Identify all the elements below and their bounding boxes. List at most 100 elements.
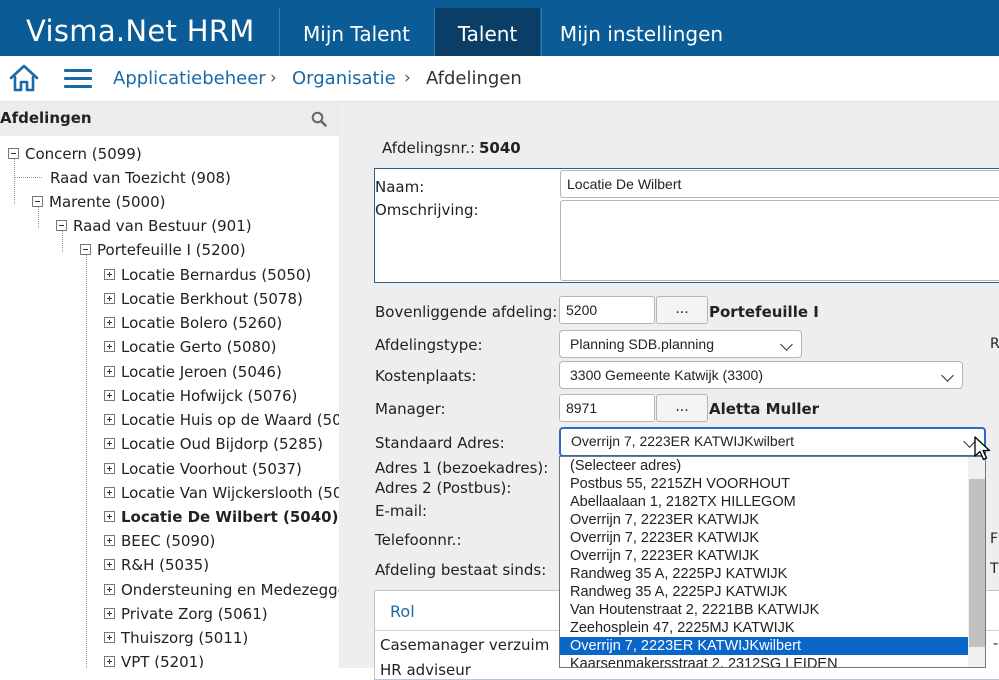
collapse-icon[interactable] xyxy=(8,148,19,159)
address-option[interactable]: Kaarsenmakersstraat 2, 2312SG LEIDEN xyxy=(560,655,968,667)
bovenliggende-afdeling-label: Bovenliggende afdeling: xyxy=(375,303,558,321)
telefoonnr-label: Telefoonnr.: xyxy=(375,531,462,549)
role-row-label: Casemanager verzuim xyxy=(380,636,550,654)
app-title: Visma.Net HRM xyxy=(26,14,255,48)
bestaat-sinds-label: Afdeling bestaat sinds: xyxy=(375,561,547,579)
expand-icon[interactable] xyxy=(104,535,115,546)
address-option[interactable]: Overrijn 7, 2223ER KATWIJK xyxy=(560,547,968,565)
tree-node-label: Locatie Bernardus (5050) xyxy=(121,266,312,284)
email-label: E-mail: xyxy=(375,502,428,520)
collapse-icon[interactable] xyxy=(32,196,43,207)
expand-icon[interactable] xyxy=(104,390,115,401)
tree-panel-header: Afdelingen xyxy=(0,102,339,136)
address-option[interactable]: Abellaalaan 1, 2182TX HILLEGOM xyxy=(560,493,968,511)
expand-icon[interactable] xyxy=(104,584,115,595)
breadcrumb-organisatie[interactable]: Organisatie xyxy=(292,68,396,89)
tree-node-label: Locatie Hofwijck (5076) xyxy=(121,387,298,405)
expand-icon[interactable] xyxy=(104,559,115,570)
tree-node-label: Locatie Bolero (5260) xyxy=(121,314,283,332)
tab-mijn-instellingen[interactable]: Mijn instellingen xyxy=(541,8,741,56)
department-tree-panel: Afdelingen Concern (5099) Raad van Toezi… xyxy=(0,102,339,668)
breadcrumb-separator: › xyxy=(270,68,277,88)
breadcrumb-applicatiebeheer[interactable]: Applicatiebeheer xyxy=(113,68,266,89)
collapse-icon[interactable] xyxy=(80,244,91,255)
address-option[interactable]: Randweg 35 A, 2225PJ KATWIJK xyxy=(560,565,968,583)
breadcrumb-afdelingen: Afdelingen xyxy=(426,68,522,89)
tree-node-label: Raad van Toezicht (908) xyxy=(50,169,231,187)
standaard-adres-select[interactable]: Overrijn 7, 2223ER KATWIJKwilbert xyxy=(559,427,986,457)
tree-node-label: Concern (5099) xyxy=(25,145,142,163)
hamburger-menu-icon[interactable] xyxy=(64,69,92,89)
tree-node-label: Locatie Van Wijckerslooth (50 xyxy=(121,484,339,502)
expand-icon[interactable] xyxy=(104,632,115,643)
expand-icon[interactable] xyxy=(104,341,115,352)
home-icon[interactable] xyxy=(8,63,40,93)
expand-icon[interactable] xyxy=(104,463,115,474)
kostenplaats-select[interactable]: 3300 Gemeente Katwijk (3300) xyxy=(559,361,963,389)
tree-node-label: Raad van Bestuur (901) xyxy=(73,217,252,235)
tree-node-label: R&H (5035) xyxy=(121,556,210,574)
omschrijving-textarea[interactable] xyxy=(560,200,999,281)
tree-node-label: Marente (5000) xyxy=(49,193,166,211)
clipped-label: F xyxy=(990,531,999,547)
tree-node-label: BEEC (5090) xyxy=(121,532,216,550)
clipped-label: R xyxy=(990,336,999,352)
address-option-selected[interactable]: Overrijn 7, 2223ER KATWIJKwilbert xyxy=(560,637,968,655)
naam-input[interactable]: Locatie De Wilbert xyxy=(560,170,999,198)
tree-node-label: Portefeuille I (5200) xyxy=(97,241,246,259)
top-navigation-bar: Visma.Net HRM Mijn Talent Talent Mijn in… xyxy=(0,0,999,56)
expand-icon[interactable] xyxy=(104,414,115,425)
roles-header-label: Rol xyxy=(390,602,415,621)
expand-icon[interactable] xyxy=(104,269,115,280)
tree-node-label: Thuiszorg (5011) xyxy=(121,629,249,647)
afdelingstype-select[interactable]: Planning SDB.planning xyxy=(559,330,802,358)
address-option[interactable]: Postbus 55, 2215ZH VOORHOUT xyxy=(560,475,968,493)
tree-node-label: Locatie Jeroen (5046) xyxy=(121,363,282,381)
chevron-down-icon xyxy=(780,338,793,351)
expand-icon[interactable] xyxy=(104,317,115,328)
tree-node-label: Locatie Huis op de Waard (50 xyxy=(121,411,339,429)
manager-name: Aletta Muller xyxy=(709,400,820,418)
expand-icon[interactable] xyxy=(104,487,115,498)
tree-node-label: VPT (5201) xyxy=(121,653,205,668)
mouse-cursor-icon xyxy=(974,436,991,461)
manager-browse-button[interactable]: ... xyxy=(656,394,708,422)
department-tree: Concern (5099) Raad van Toezicht (908) M… xyxy=(0,136,339,668)
address-option[interactable]: Randweg 35 A, 2225PJ KATWIJK xyxy=(560,583,968,601)
expand-icon[interactable] xyxy=(104,438,115,449)
expand-icon[interactable] xyxy=(104,656,115,667)
tab-talent[interactable]: Talent xyxy=(434,8,540,56)
bovenliggende-afdeling-input[interactable]: 5200 xyxy=(559,296,655,324)
expand-icon[interactable] xyxy=(104,366,115,377)
expand-icon[interactable] xyxy=(104,511,115,522)
adres2-label: Adres 2 (Postbus): xyxy=(375,479,512,497)
search-icon[interactable] xyxy=(311,111,327,127)
tab-mijn-talent[interactable]: Mijn Talent xyxy=(279,8,433,56)
manager-input[interactable]: 8971 xyxy=(559,394,655,422)
tree-node-label: Ondersteuning en Medezegge xyxy=(121,581,339,599)
expand-icon[interactable] xyxy=(104,608,115,619)
address-option[interactable]: Zeehosplein 47, 2225MJ KATWIJK xyxy=(560,619,968,637)
manager-label: Manager: xyxy=(375,400,446,418)
clipped-value: - xyxy=(993,636,999,652)
breadcrumb-bar: Applicatiebeheer › Organisatie › Afdelin… xyxy=(0,56,999,102)
address-option[interactable]: (Selecteer adres) xyxy=(560,457,968,475)
address-option[interactable]: Overrijn 7, 2223ER KATWIJK xyxy=(560,529,968,547)
collapse-icon[interactable] xyxy=(56,220,67,231)
standaard-adres-label: Standaard Adres: xyxy=(375,434,505,452)
omschrijving-label: Omschrijving: xyxy=(375,201,479,219)
address-option[interactable]: Van Houtenstraat 2, 2221BB KATWIJK xyxy=(560,601,968,619)
standaard-adres-value: Overrijn 7, 2223ER KATWIJKwilbert xyxy=(571,433,795,449)
tree-node-label: Private Zorg (5061) xyxy=(121,605,268,623)
dropdown-scrollbar[interactable] xyxy=(968,457,985,667)
tree-node-label: Locatie De Wilbert (5040) xyxy=(121,508,339,526)
tree-node-label: Locatie Berkhout (5078) xyxy=(121,290,303,308)
bovenliggende-browse-button[interactable]: ... xyxy=(656,296,708,324)
expand-icon[interactable] xyxy=(104,293,115,304)
afdelingstype-value: Planning SDB.planning xyxy=(570,336,714,352)
dropdown-scrollbar-thumb[interactable] xyxy=(969,479,985,647)
address-dropdown-list[interactable]: (Selecteer adres) Postbus 55, 2215ZH VOO… xyxy=(559,456,986,668)
address-option[interactable]: Overrijn 7, 2223ER KATWIJK xyxy=(560,511,968,529)
tree-node-label: Locatie Voorhout (5037) xyxy=(121,460,302,478)
bovenliggende-afdeling-name: Portefeuille I xyxy=(709,303,819,321)
